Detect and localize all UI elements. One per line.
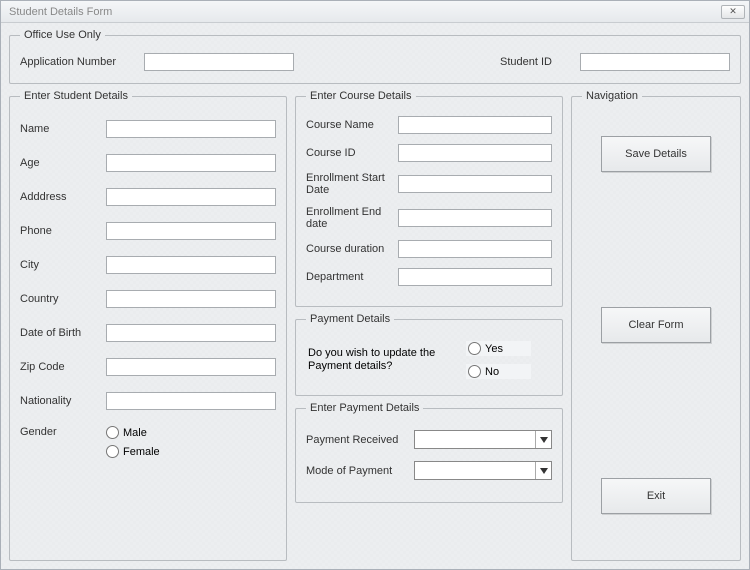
- payment-yes-radio[interactable]: [468, 342, 481, 355]
- nationality-label: Nationality: [20, 395, 106, 407]
- enter-payment-group: Enter Payment Details Payment Received M…: [295, 402, 563, 503]
- application-number-label: Application Number: [20, 56, 116, 68]
- country-label: Country: [20, 293, 106, 305]
- payment-question-legend: Payment Details: [306, 313, 394, 325]
- payment-mode-label: Mode of Payment: [306, 465, 414, 477]
- enter-payment-legend: Enter Payment Details: [306, 402, 423, 414]
- payment-received-label: Payment Received: [306, 434, 414, 446]
- course-details-legend: Enter Course Details: [306, 90, 416, 102]
- phone-label: Phone: [20, 225, 106, 237]
- office-use-group: Office Use Only Application Number Stude…: [9, 29, 741, 84]
- gender-male-radio[interactable]: [106, 426, 119, 439]
- student-id-input[interactable]: [580, 53, 730, 71]
- enroll-start-label: Enrollment Start Date: [306, 172, 398, 196]
- city-input[interactable]: [106, 256, 276, 274]
- address-label: Adddress: [20, 191, 106, 203]
- course-duration-label: Course duration: [306, 243, 398, 255]
- office-use-legend: Office Use Only: [20, 29, 105, 41]
- phone-input[interactable]: [106, 222, 276, 240]
- navigation-group: Navigation Save Details Clear Form Exit: [571, 90, 741, 561]
- name-input[interactable]: [106, 120, 276, 138]
- department-input[interactable]: [398, 268, 552, 286]
- age-input[interactable]: [106, 154, 276, 172]
- form-body: Office Use Only Application Number Stude…: [1, 23, 749, 569]
- gender-female-label: Female: [123, 446, 160, 458]
- enroll-end-label: Enrollment End date: [306, 206, 398, 230]
- close-button[interactable]: ✕: [721, 5, 745, 19]
- course-id-input[interactable]: [398, 144, 552, 162]
- dob-label: Date of Birth: [20, 327, 106, 339]
- age-label: Age: [20, 157, 106, 169]
- student-id-label: Student ID: [500, 56, 552, 68]
- enroll-end-input[interactable]: [398, 209, 552, 227]
- close-icon: ✕: [729, 6, 737, 17]
- clear-form-button[interactable]: Clear Form: [601, 307, 711, 343]
- enroll-start-input[interactable]: [398, 175, 552, 193]
- save-details-button[interactable]: Save Details: [601, 136, 711, 172]
- zip-label: Zip Code: [20, 361, 106, 373]
- chevron-down-icon: [535, 462, 551, 479]
- course-details-group: Enter Course Details Course Name Course …: [295, 90, 563, 307]
- payment-yes-label: Yes: [485, 343, 503, 355]
- payment-question-group: Payment Details Do you wish to update th…: [295, 313, 563, 396]
- name-label: Name: [20, 123, 106, 135]
- payment-no-label: No: [485, 366, 499, 378]
- department-label: Department: [306, 271, 398, 283]
- nationality-input[interactable]: [106, 392, 276, 410]
- course-id-label: Course ID: [306, 147, 398, 159]
- payment-mode-combo[interactable]: [414, 461, 552, 480]
- titlebar: Student Details Form ✕: [1, 1, 749, 23]
- payment-received-combo[interactable]: [414, 430, 552, 449]
- dob-input[interactable]: [106, 324, 276, 342]
- course-duration-input[interactable]: [398, 240, 552, 258]
- course-name-label: Course Name: [306, 119, 398, 131]
- student-details-group: Enter Student Details Name Age Adddress …: [9, 90, 287, 561]
- application-number-input[interactable]: [144, 53, 294, 71]
- chevron-down-icon: [535, 431, 551, 448]
- course-name-input[interactable]: [398, 116, 552, 134]
- student-details-legend: Enter Student Details: [20, 90, 132, 102]
- country-input[interactable]: [106, 290, 276, 308]
- zip-input[interactable]: [106, 358, 276, 376]
- payment-no-radio[interactable]: [468, 365, 481, 378]
- window-frame: Student Details Form ✕ Office Use Only A…: [0, 0, 750, 570]
- payment-question-text: Do you wish to update the Payment detail…: [308, 347, 448, 373]
- navigation-legend: Navigation: [582, 90, 642, 102]
- gender-label: Gender: [20, 426, 106, 438]
- window-title: Student Details Form: [9, 6, 112, 18]
- exit-button[interactable]: Exit: [601, 478, 711, 514]
- city-label: City: [20, 259, 106, 271]
- gender-female-radio[interactable]: [106, 445, 119, 458]
- address-input[interactable]: [106, 188, 276, 206]
- gender-male-label: Male: [123, 427, 147, 439]
